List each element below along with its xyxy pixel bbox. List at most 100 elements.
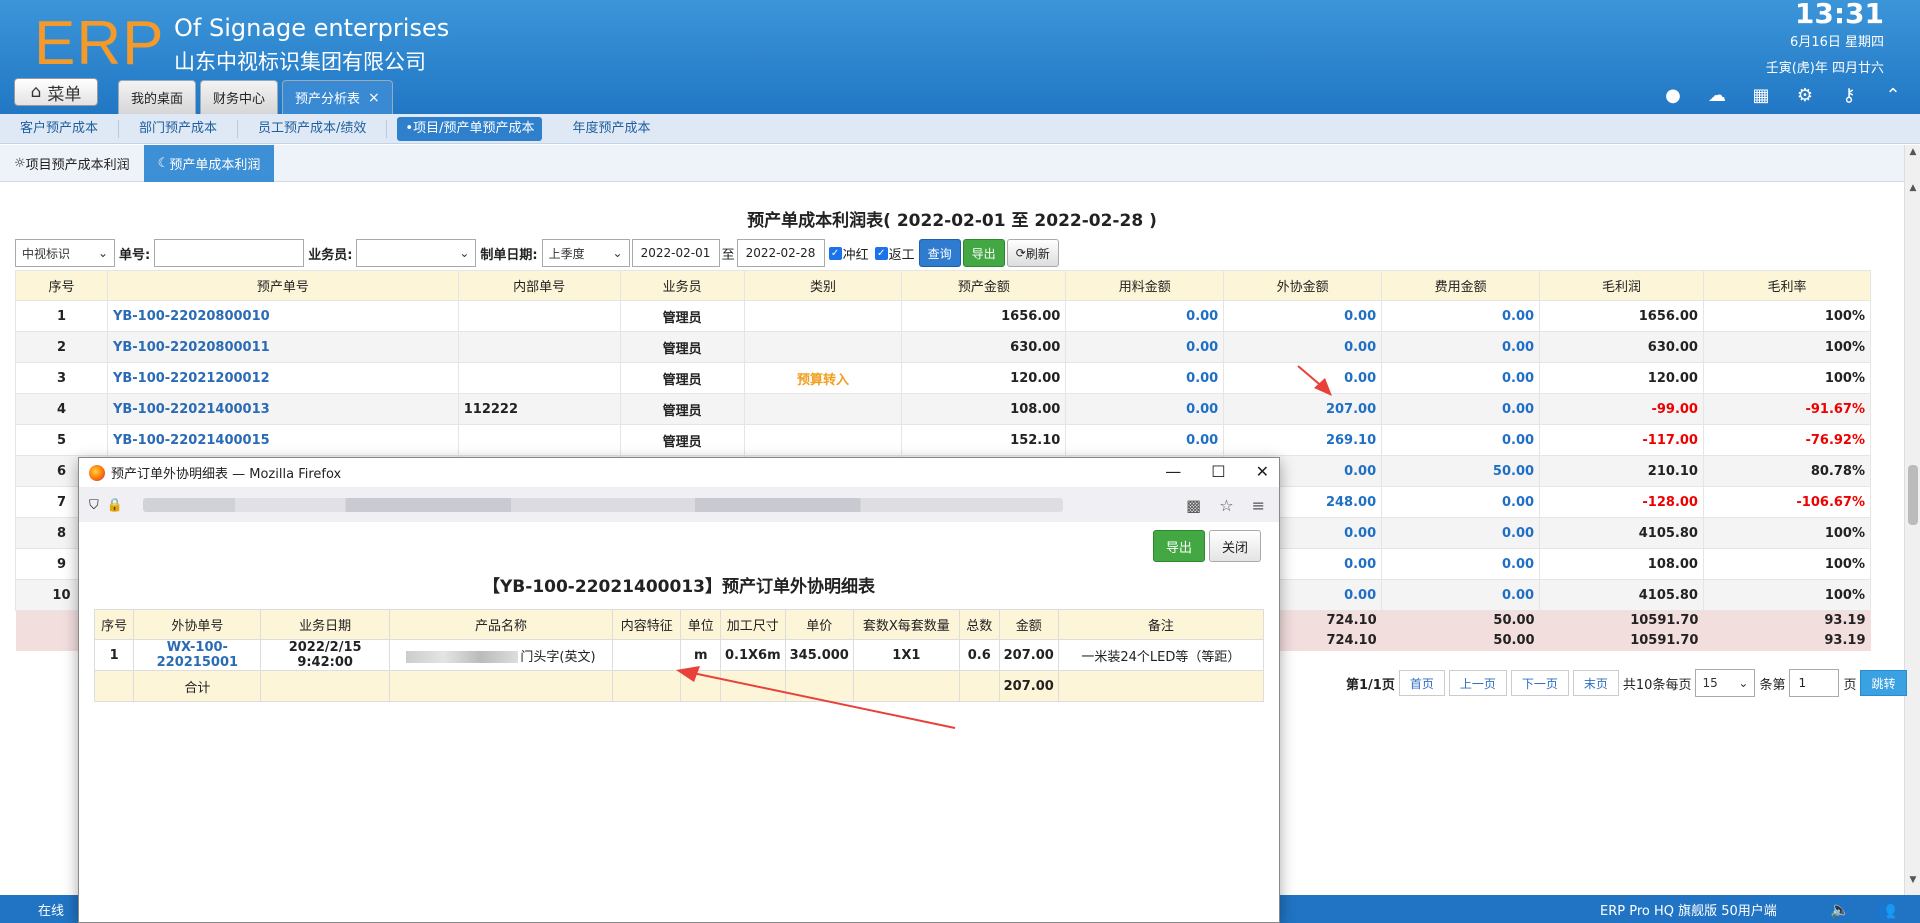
- cell-no: 1: [93, 639, 135, 671]
- outsource-order-link[interactable]: WX-100-220215001: [133, 639, 262, 671]
- to-label: 至: [721, 247, 735, 263]
- popup-titlebar: 预产订单外协明细表 — Mozilla Firefox — ☐ ✕: [79, 458, 1279, 488]
- popup-export-button[interactable]: 导出: [1153, 530, 1206, 562]
- per-page-select[interactable]: 15 ⌄: [1695, 669, 1756, 697]
- tab-analysis[interactable]: 预产分析表 ×: [282, 80, 393, 114]
- export-button[interactable]: 导出: [962, 239, 1005, 267]
- lock-icon: 🔒: [106, 497, 123, 513]
- refresh-button[interactable]: ⟳ 刷新: [1006, 239, 1059, 267]
- next-page-button[interactable]: 下一页: [1510, 670, 1569, 696]
- table-cell: 0.00: [1381, 517, 1541, 549]
- maximize-icon[interactable]: ☐: [1211, 462, 1225, 481]
- last-page-button[interactable]: 末页: [1572, 670, 1619, 696]
- subtab-project-profit[interactable]: ☼ 项目预产成本利润: [0, 145, 144, 182]
- subnav-customer[interactable]: 客户预产成本: [0, 119, 120, 138]
- users-icon[interactable]: 👥: [1876, 900, 1896, 919]
- clock-time: 13:31: [1794, 0, 1884, 30]
- subtab-order-profit[interactable]: ☾ 预产单成本利润: [143, 145, 275, 182]
- table-cell: 0.00: [1381, 548, 1541, 580]
- column-header: 单价: [784, 609, 854, 640]
- vertical-scrollbar[interactable]: ▲ ▲ ▼: [1904, 145, 1920, 923]
- table-cell: 0.00: [1381, 331, 1541, 363]
- sum-empty: [260, 670, 390, 702]
- page-input[interactable]: 1: [1789, 669, 1840, 697]
- key-icon[interactable]: ⚷: [1838, 84, 1860, 106]
- pager: 第1/1页 首页 上一页 下一页 末页 共10条每页 15 ⌄ 条第 1 页 跳转: [1346, 669, 1907, 697]
- product-name-text: 门头字(英文): [520, 649, 596, 665]
- company-select[interactable]: 中视标识 ⌄: [15, 239, 115, 267]
- table-cell: 152.10: [901, 424, 1067, 456]
- date-from-input[interactable]: 2022-02-01: [631, 239, 720, 267]
- collapse-icon[interactable]: ⌃: [1882, 84, 1904, 106]
- user-icon[interactable]: ●: [1662, 84, 1684, 106]
- order-link[interactable]: YB-100-22020800010: [106, 300, 459, 332]
- column-header: 内部单号: [457, 270, 621, 301]
- table-cell: 100%: [1702, 331, 1872, 363]
- order-link[interactable]: YB-100-22021200012: [106, 362, 459, 394]
- reverse-checkbox[interactable]: ✓ 冲红: [827, 244, 871, 263]
- jump-button[interactable]: 跳转: [1860, 670, 1907, 696]
- scroll-down-icon[interactable]: ▼: [1905, 875, 1920, 891]
- home-icon: ⌂: [30, 82, 42, 102]
- subnav-project[interactable]: •项目/预产单预产成本: [397, 116, 543, 141]
- table-cell: 100%: [1702, 517, 1872, 549]
- record-count: 共10条每页: [1622, 677, 1692, 693]
- column-header: 套数X每套数量: [852, 609, 960, 640]
- gear-icon[interactable]: ⚙: [1794, 84, 1816, 106]
- scroll-up-icon[interactable]: ▲: [1905, 147, 1920, 163]
- table-cell: 120.00: [1539, 362, 1704, 394]
- period-select[interactable]: 上季度 ⌄: [541, 239, 630, 267]
- hamburger-menu-icon[interactable]: ≡: [1252, 496, 1265, 515]
- column-header: 用料金额: [1065, 270, 1225, 301]
- table-cell: 3: [15, 362, 108, 394]
- staff-select[interactable]: ⌄: [356, 239, 477, 267]
- subnav-department[interactable]: 部门预产成本: [119, 119, 239, 138]
- table-cell: 100%: [1702, 362, 1872, 394]
- prev-page-button[interactable]: 上一页: [1448, 670, 1507, 696]
- menu-button[interactable]: ⌂ 菜单: [14, 78, 98, 106]
- query-button[interactable]: 查询: [918, 239, 961, 267]
- cloud-icon[interactable]: ☁: [1706, 84, 1728, 106]
- tab-desktop-label: 我的桌面: [131, 92, 184, 107]
- table-cell: 100%: [1702, 579, 1872, 611]
- grid-icon[interactable]: ▦: [1750, 84, 1772, 106]
- tab-desktop[interactable]: 我的桌面: [118, 80, 197, 114]
- scroll-up-icon-2[interactable]: ▲: [1905, 183, 1920, 199]
- subnav-annual[interactable]: 年度预产成本: [552, 120, 670, 138]
- url-bar[interactable]: ⛉ 🔒 ▩ ☆ ≡: [79, 488, 1279, 522]
- order-link[interactable]: YB-100-22020800011: [106, 331, 459, 363]
- table-cell: 112222: [457, 393, 621, 425]
- rework-checkbox[interactable]: ✓ 返工: [873, 244, 917, 263]
- app-logo: ERP: [34, 9, 165, 78]
- subtab-project-profit-label: 项目预产成本利润: [25, 158, 130, 173]
- table-cell: 0.00: [1381, 362, 1541, 394]
- order-link[interactable]: YB-100-22021400015: [106, 424, 459, 456]
- qr-code-icon[interactable]: ▩: [1186, 496, 1201, 515]
- table-cell: 0.00: [1065, 393, 1225, 425]
- table-cell: 207.00: [1223, 393, 1383, 425]
- table-cell: 0.00: [1381, 579, 1541, 611]
- table-row: 1 YB-100-22020800010 管理员 1656.00 0.00 0.00 0.0…: [15, 300, 1872, 332]
- cell-unit: m: [680, 639, 721, 671]
- tab-finance[interactable]: 财务中心: [200, 80, 279, 114]
- clock-lunar: 壬寅(虎)年 四月廿六: [1765, 61, 1884, 76]
- blurred-url: [142, 498, 1063, 512]
- close-icon[interactable]: ×: [368, 90, 380, 106]
- popup-close-button[interactable]: 关闭: [1209, 530, 1262, 562]
- first-page-button[interactable]: 首页: [1398, 670, 1445, 696]
- order-link[interactable]: YB-100-22021400013: [106, 393, 459, 425]
- table-row: 1 WX-100-220215001 2022/2/15 9:42:00 门头字…: [93, 639, 1265, 671]
- column-header: 备注: [1057, 609, 1265, 640]
- date-to-input[interactable]: 2022-02-28: [736, 239, 825, 267]
- close-window-icon[interactable]: ✕: [1256, 462, 1269, 481]
- clock: 13:31 6月16日 星期四 壬寅(虎)年 四月廿六: [1766, 0, 1884, 76]
- order-input[interactable]: [154, 239, 305, 267]
- column-header: 产品名称: [388, 609, 614, 640]
- minimize-icon[interactable]: —: [1165, 462, 1181, 481]
- scroll-thumb[interactable]: [1908, 465, 1918, 525]
- cell-feature: [612, 639, 682, 671]
- speaker-icon[interactable]: 🔈: [1830, 900, 1850, 919]
- chevron-down-icon: ⌄: [612, 246, 623, 260]
- subnav-employee[interactable]: 员工预产成本/绩效: [238, 119, 388, 138]
- star-icon[interactable]: ☆: [1219, 496, 1233, 515]
